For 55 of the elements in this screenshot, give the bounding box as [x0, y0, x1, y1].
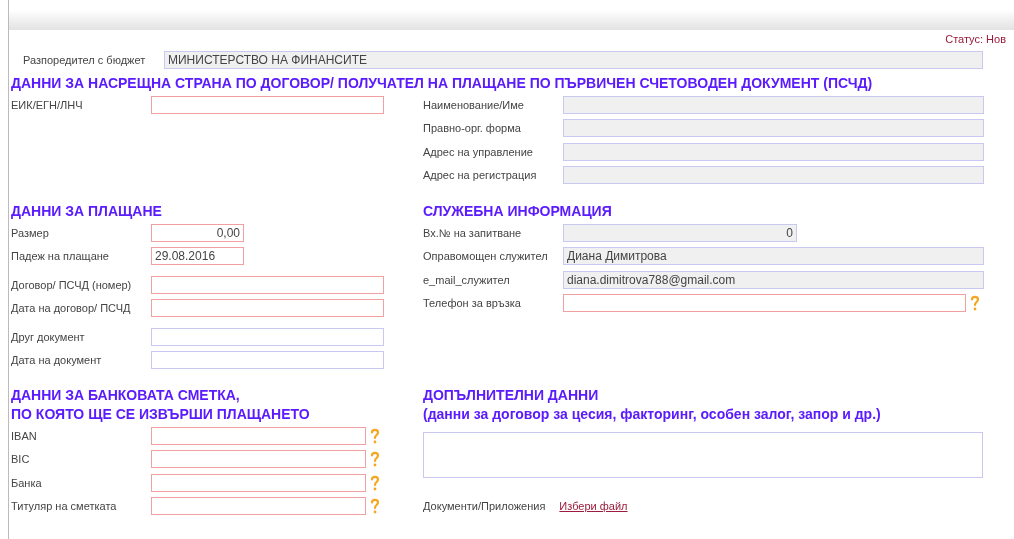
field-label: Падеж на плащане: [11, 250, 110, 263]
field-label: Дата на договор/ ПСЧД: [11, 302, 132, 315]
input-field[interactable]: [563, 95, 984, 114]
input-field[interactable]: [151, 327, 384, 346]
input-field[interactable]: [151, 299, 384, 318]
status-text: Статус: Нов: [945, 33, 1006, 47]
field-label: IBAN: [11, 429, 38, 442]
section-heading: ДАННИ ЗА НАСРЕЩНА СТРАНА ПО ДОГОВОР/ ПОЛУЧАТЕЛ НА ПЛАЩАНЕ ПО ПЪРВИЧЕН СЧЕТОВОДЕН ДОКУМЕНТ (ПСЧД): [11, 74, 874, 93]
input-field[interactable]: МИНИСТЕРСТВО НА ФИНАНСИТЕ: [164, 51, 983, 69]
input-field[interactable]: [563, 119, 984, 138]
field-label: ЕИК/ЕГН/ЛНЧ: [11, 98, 84, 111]
field-label: Титуляр на сметката: [11, 500, 118, 513]
field-label: e_mail_служител: [423, 273, 511, 286]
field-label: Правно-орг. форма: [423, 122, 522, 135]
field-label: Размер: [11, 226, 50, 239]
section-heading: СЛУЖЕБНА ИНФОРМАЦИЯ: [423, 202, 613, 221]
input-field[interactable]: Диана Димитрова: [563, 247, 984, 266]
help-icon[interactable]: [370, 427, 380, 444]
field-label: Адрес на управление: [423, 145, 534, 158]
field-label: Вх.№ на запитване: [423, 226, 523, 239]
input-field[interactable]: [151, 473, 366, 492]
help-icon[interactable]: [370, 474, 380, 491]
input-field[interactable]: [151, 351, 384, 370]
section-subheading: (данни за договор за цесия, факторинг, особен залог, запор и др.): [423, 405, 882, 424]
input-field[interactable]: [563, 166, 984, 185]
field-label: Друг документ: [11, 330, 86, 343]
input-field[interactable]: 0,00: [151, 223, 244, 242]
input-field[interactable]: 0: [563, 223, 797, 242]
input-field[interactable]: 29.08.2016: [151, 247, 244, 266]
input-field[interactable]: diana.dimitrova788@gmail.com: [563, 270, 984, 289]
field-label: Наименование/Име: [423, 98, 525, 111]
field-label: Оправомощен служител: [423, 250, 549, 263]
input-field[interactable]: [151, 497, 366, 516]
help-icon[interactable]: [370, 498, 380, 515]
input-field[interactable]: [563, 294, 966, 313]
section-heading: ДАННИ ЗА ПЛАЩАНЕ: [11, 202, 163, 221]
field-label: Дата на документ: [11, 354, 103, 367]
input-field[interactable]: [151, 275, 384, 294]
field-label: Адрес на регистрация: [423, 169, 538, 182]
section-heading: ДОПЪЛНИТЕЛНИ ДАННИ: [423, 386, 600, 405]
input-field[interactable]: [151, 426, 366, 445]
input-field[interactable]: [563, 142, 984, 161]
help-icon[interactable]: [370, 451, 380, 468]
choose-file-link[interactable]: Избери файл: [559, 500, 628, 512]
field-label: Разпоредител с бюджет: [22, 54, 147, 66]
input-field[interactable]: [151, 95, 384, 114]
help-icon[interactable]: [970, 295, 980, 312]
field-label: BIC: [11, 453, 31, 466]
field-label: Договор/ ПСЧД (номер): [11, 278, 133, 291]
section-heading: ДАННИ ЗА БАНКОВАТА СМЕТКА, ПО КОЯТО ЩЕ СЕ ИЗВЪРШИ ПЛАЩАНЕТО: [11, 386, 311, 424]
field-label: Документи/Приложения: [423, 500, 546, 512]
input-field[interactable]: [151, 450, 366, 469]
field-label: Банка: [11, 476, 43, 489]
text-area[interactable]: [423, 432, 983, 478]
field-label: Телефон за връзка: [423, 297, 522, 310]
